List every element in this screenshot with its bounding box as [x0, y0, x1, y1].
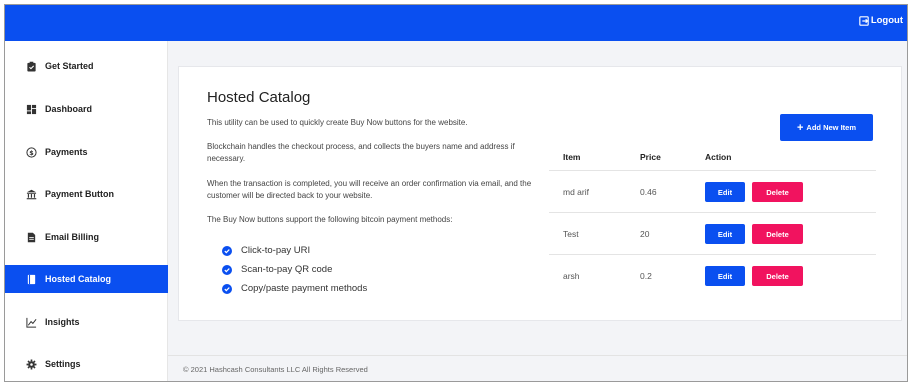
sidebar-item-hosted-catalog[interactable]: Hosted Catalog [5, 265, 168, 293]
sidebar-item-payment-button[interactable]: Payment Button [5, 180, 168, 208]
add-new-item-label: Add New Item [806, 123, 857, 132]
sidebar-item-label: Get Started [45, 61, 94, 71]
column-header-price: Price [640, 152, 661, 162]
sidebar: Get Started Dashboard $ Payments Payment… [5, 41, 168, 381]
table-row: Test 20 Edit Delete [549, 212, 876, 254]
logout-label: Logout [870, 15, 903, 26]
list-item: Scan-to-pay QR code [222, 260, 367, 279]
item-cell: arsh [563, 271, 580, 281]
sidebar-item-insights[interactable]: Insights [5, 308, 168, 336]
document-icon [25, 231, 37, 243]
delete-button[interactable]: Delete [752, 182, 803, 202]
delete-button[interactable]: Delete [752, 266, 803, 286]
sidebar-item-label: Payment Button [45, 189, 115, 199]
sidebar-item-payments[interactable]: $ Payments [5, 138, 168, 166]
method-label: Click-to-pay URI [241, 245, 311, 256]
column-header-item: Item [563, 152, 581, 162]
page-title: Hosted Catalog [207, 89, 311, 106]
list-item: Click-to-pay URI [222, 241, 367, 260]
plus-icon: + [796, 121, 804, 134]
sidebar-item-label: Settings [45, 359, 81, 369]
grid-icon [25, 103, 37, 115]
column-header-action: Action [705, 152, 732, 162]
check-circle-icon [222, 264, 232, 275]
description-paragraph: When the transaction is completed, you w… [207, 179, 532, 200]
bank-icon [25, 188, 37, 200]
add-new-item-button[interactable]: + Add New Item [780, 114, 873, 141]
sidebar-item-dashboard[interactable]: Dashboard [5, 95, 168, 123]
footer: © 2021 Hashcash Consultants LLC All Righ… [168, 355, 907, 381]
edit-button[interactable]: Edit [705, 224, 745, 244]
sidebar-item-label: Hosted Catalog [45, 274, 112, 284]
sidebar-item-label: Dashboard [45, 104, 93, 114]
payment-methods-list: Click-to-pay URI Scan-to-pay QR code Cop… [222, 241, 367, 298]
sidebar-item-get-started[interactable]: Get Started [5, 52, 168, 80]
delete-button[interactable]: Delete [752, 224, 803, 244]
table-row: arsh 0.2 Edit Delete [549, 254, 876, 296]
method-label: Scan-to-pay QR code [241, 264, 333, 275]
check-circle-icon [222, 245, 232, 256]
sidebar-item-label: Insights [45, 317, 80, 327]
table-row: md arif 0.46 Edit Delete [549, 170, 876, 212]
svg-text:$: $ [29, 148, 34, 156]
description-paragraph: The Buy Now buttons support the followin… [207, 215, 453, 224]
item-cell: Test [563, 229, 579, 239]
check-circle-icon [222, 283, 232, 294]
price-cell: 20 [640, 229, 650, 239]
edit-button[interactable]: Edit [705, 266, 745, 286]
item-cell: md arif [563, 187, 589, 197]
method-label: Copy/paste payment methods [241, 283, 368, 294]
gear-icon [25, 358, 37, 370]
sidebar-item-label: Email Billing [45, 232, 100, 242]
dollar-circle-icon: $ [25, 146, 37, 158]
price-cell: 0.46 [640, 187, 657, 197]
book-icon [25, 273, 37, 285]
description-paragraph: Blockchain handles the checkout process,… [207, 142, 515, 163]
description-paragraph: This utility can be used to quickly crea… [207, 118, 468, 127]
price-cell: 0.2 [640, 271, 652, 281]
logout-button[interactable]: Logout [859, 15, 903, 26]
sidebar-item-label: Payments [45, 147, 88, 157]
edit-button[interactable]: Edit [705, 182, 745, 202]
clipboard-check-icon [25, 60, 37, 72]
list-item: Copy/paste payment methods [222, 279, 367, 298]
sidebar-item-email-billing[interactable]: Email Billing [5, 223, 168, 251]
chart-icon [25, 316, 37, 328]
sidebar-item-settings[interactable]: Settings [5, 350, 168, 378]
logout-icon [859, 15, 869, 26]
top-bar: Logout [5, 5, 907, 41]
